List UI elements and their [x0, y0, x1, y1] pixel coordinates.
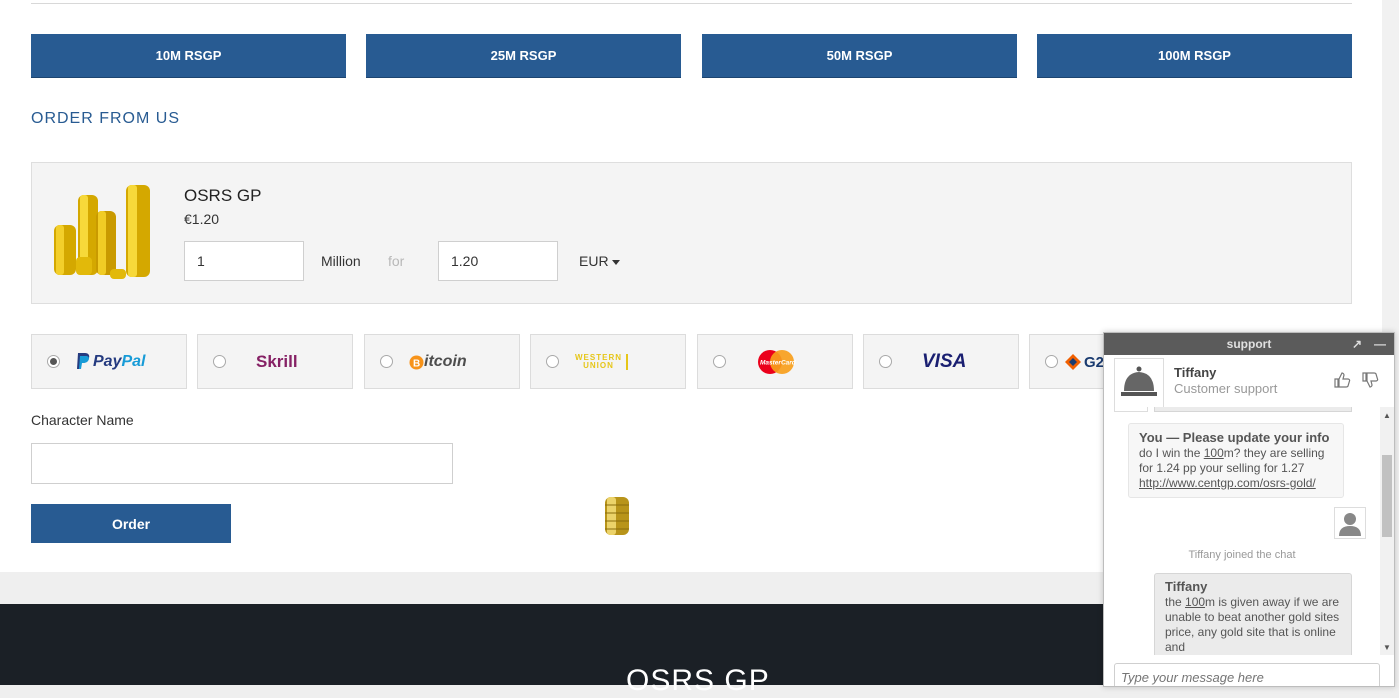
message-highlight: 100 — [1185, 595, 1206, 609]
previous-message-fragment — [1154, 407, 1352, 412]
payment-option-paypal[interactable]: Pay Pal — [31, 334, 187, 389]
radio-button[interactable] — [213, 355, 226, 368]
gold-coins-icon — [54, 185, 150, 279]
bell-icon — [1121, 366, 1157, 396]
package-100m-button[interactable]: 100M RSGP — [1037, 34, 1352, 78]
product-card: OSRS GP €1.20 Million for EUR — [31, 162, 1352, 304]
agent-avatar — [1114, 358, 1164, 408]
popout-icon[interactable]: ↗ — [1352, 333, 1362, 355]
amount-input[interactable] — [438, 241, 558, 281]
mastercard-logo: MasterCard — [756, 349, 796, 375]
chat-messages: You — Please update your info do I win t… — [1104, 407, 1380, 655]
footer-title: OSRS GP — [626, 664, 770, 697]
radio-button[interactable] — [879, 355, 892, 368]
svg-text:MasterCard: MasterCard — [760, 360, 796, 367]
payment-option-skrill[interactable]: Skrill — [197, 334, 353, 389]
product-name: OSRS GP — [184, 186, 262, 205]
chat-message-agent: Tiffany the 100m is given away if we are… — [1154, 573, 1352, 655]
message-link[interactable]: http://www.centgp.com/osrs-gold/ — [1139, 476, 1316, 490]
message-text: the — [1165, 595, 1186, 609]
scroll-up-icon[interactable]: ▲ — [1383, 411, 1391, 420]
product-price: €1.20 — [184, 211, 220, 227]
chat-message-user: You — Please update your info do I win t… — [1128, 423, 1344, 498]
radio-button[interactable] — [713, 355, 726, 368]
quantity-input[interactable] — [184, 241, 304, 281]
package-25m-button[interactable]: 25M RSGP — [366, 34, 681, 78]
message-highlight: 100 — [1203, 446, 1224, 460]
agent-name: Tiffany — [1174, 365, 1217, 380]
payment-option-western-union[interactable]: WESTERN UNION — [530, 334, 686, 389]
agent-role: Customer support — [1174, 381, 1278, 396]
section-title: ORDER FROM US — [31, 110, 180, 127]
chat-header: support ↗ — — [1104, 333, 1394, 355]
currency-dropdown[interactable]: EUR — [579, 253, 620, 269]
package-50m-button[interactable]: 50M RSGP — [702, 34, 1017, 78]
radio-button[interactable] — [380, 355, 393, 368]
divider — [31, 3, 1352, 4]
chat-message-input[interactable] — [1114, 663, 1380, 686]
message-title: Tiffany — [1165, 579, 1208, 594]
for-label: for — [388, 253, 405, 269]
payment-option-visa[interactable]: VISA — [863, 334, 1019, 389]
unit-label: Million — [321, 253, 361, 269]
package-10m-button[interactable]: 10M RSGP — [31, 34, 346, 78]
message-title: You — Please update your info — [1139, 430, 1330, 445]
radio-button[interactable] — [1045, 355, 1058, 368]
skrill-logo: Skrill — [256, 352, 298, 371]
user-avatar — [1334, 507, 1366, 539]
order-button[interactable]: Order — [31, 504, 231, 543]
character-name-label: Character Name — [31, 412, 134, 428]
scroll-down-icon[interactable]: ▼ — [1383, 643, 1391, 652]
currency-label: EUR — [579, 253, 609, 269]
agent-info: Tiffany Customer support — [1104, 355, 1394, 408]
chat-scrollbar[interactable]: ▲ ▼ — [1380, 407, 1394, 655]
chat-scroll-thumb[interactable] — [1382, 455, 1392, 537]
user-icon — [1339, 513, 1361, 536]
support-chat-widget: support ↗ — Tiffany Customer support You… — [1103, 332, 1395, 687]
minimize-icon[interactable]: — — [1374, 333, 1386, 355]
message-text: do I win the — [1139, 446, 1204, 460]
western-union-logo: WESTERN UNION — [575, 349, 628, 375]
caret-down-icon — [611, 259, 620, 265]
svg-text:B: B — [413, 358, 420, 369]
paypal-logo: Pay Pal — [76, 349, 145, 375]
thumbs-down-icon[interactable] — [1361, 371, 1379, 389]
avatar-fragment — [1114, 407, 1148, 412]
thumbs-up-icon[interactable] — [1333, 371, 1351, 389]
payment-option-bitcoin[interactable]: B itcoin — [364, 334, 520, 389]
character-name-input[interactable] — [31, 443, 453, 484]
join-notice: Tiffany joined the chat — [1188, 549, 1296, 561]
visa-logo: VISA — [922, 351, 967, 372]
radio-button[interactable] — [546, 355, 559, 368]
chat-header-title: support — [1226, 337, 1272, 351]
bitcoin-logo: B itcoin — [409, 349, 467, 375]
radio-button[interactable] — [47, 355, 60, 368]
payment-option-mastercard[interactable]: MasterCard — [697, 334, 853, 389]
coin-stack-icon — [605, 497, 629, 535]
